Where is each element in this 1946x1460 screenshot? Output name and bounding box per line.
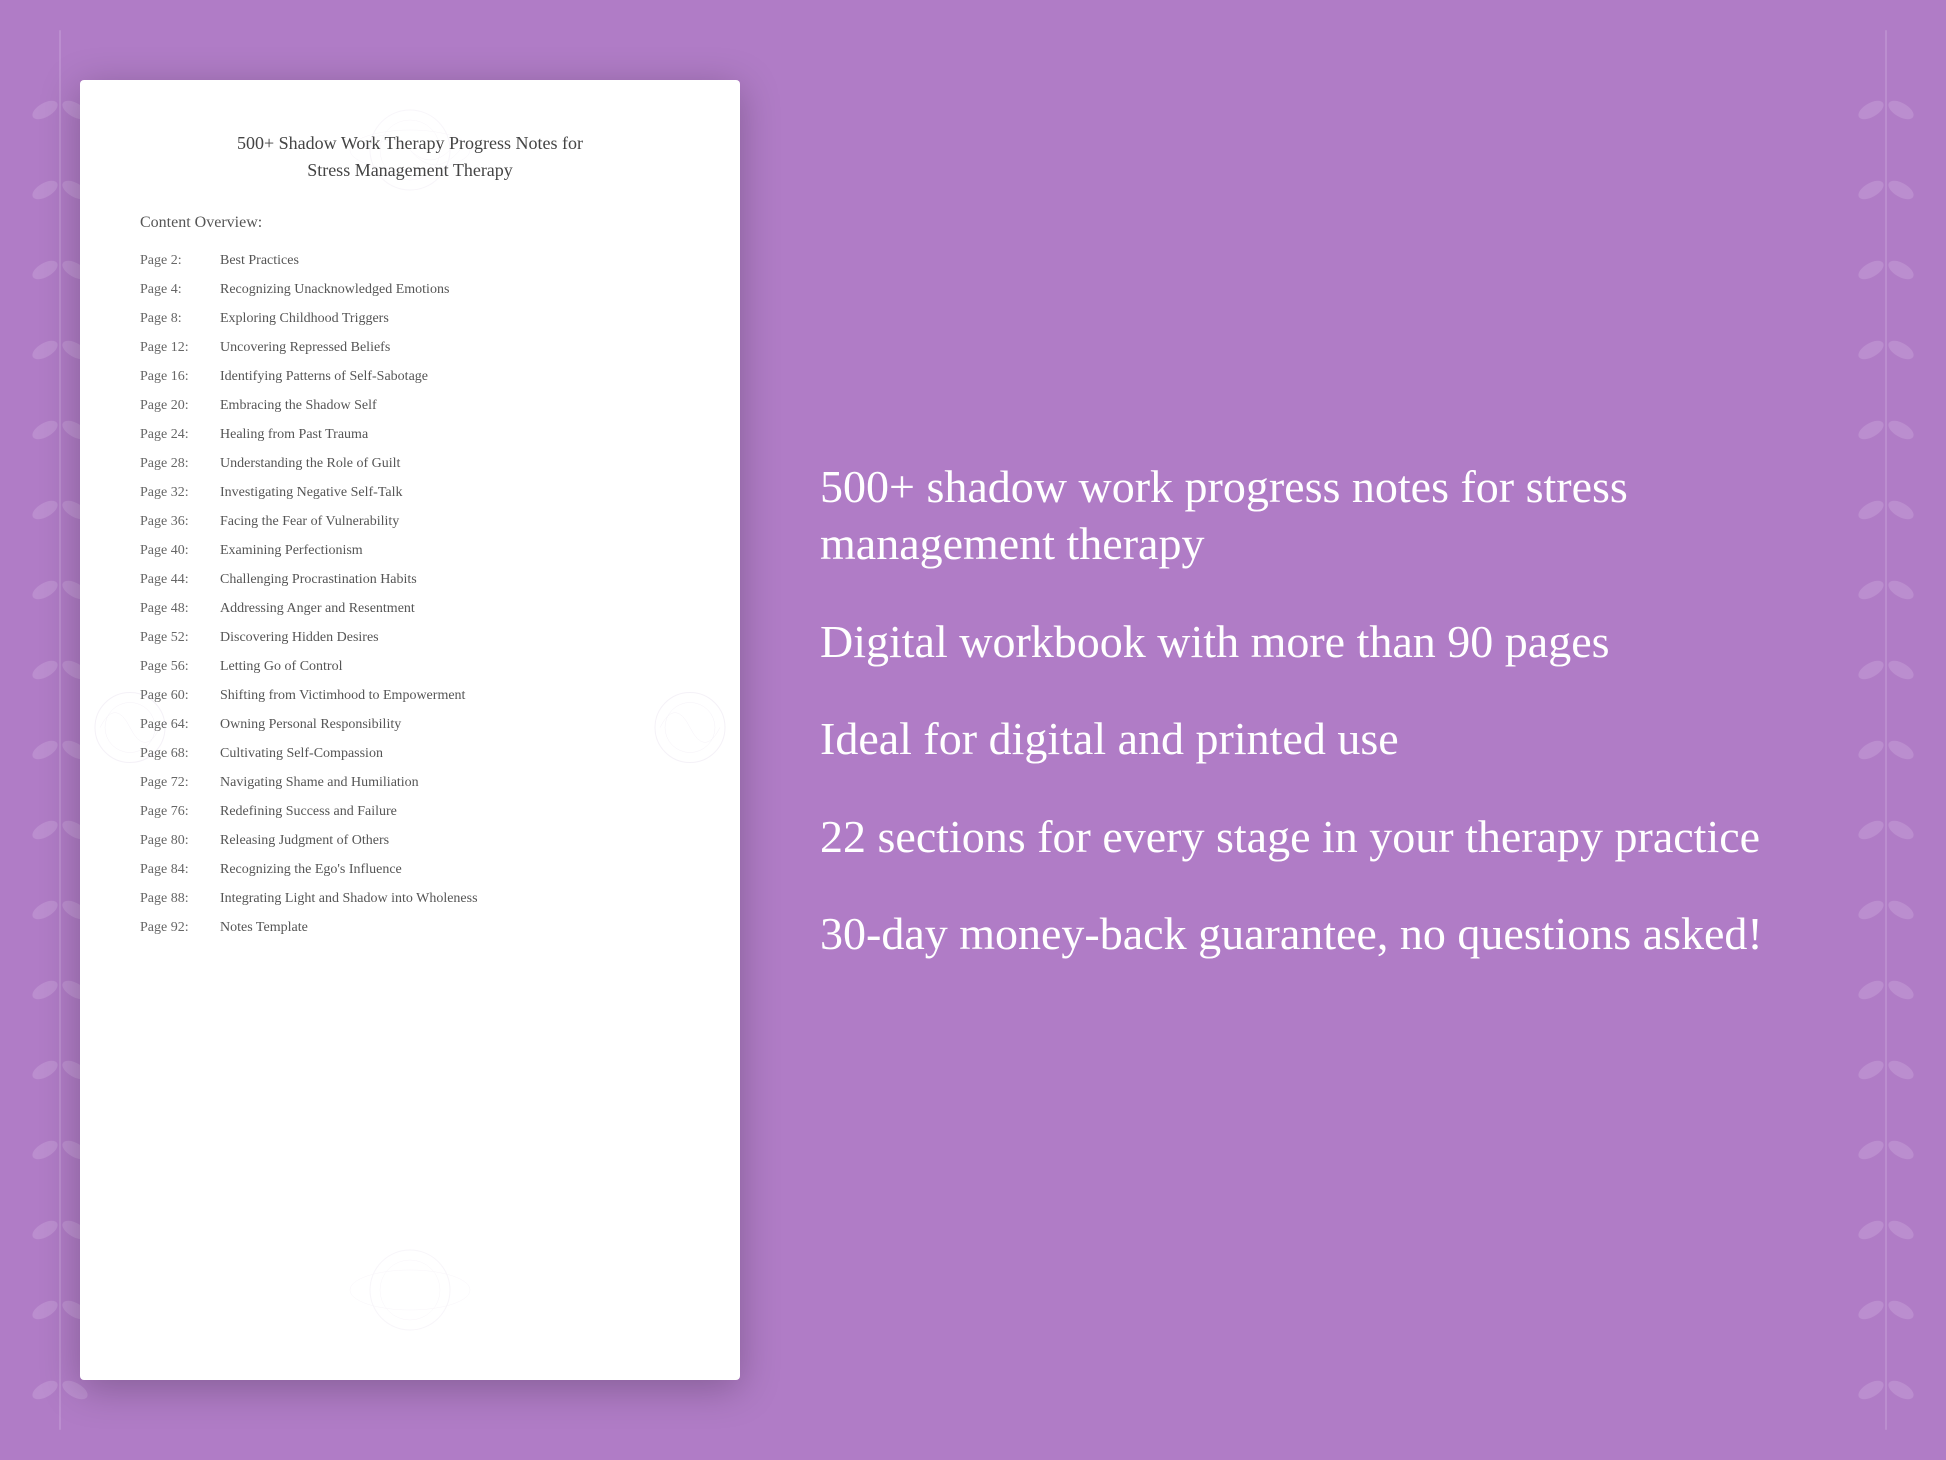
toc-item: Page 28:Understanding the Role of Guilt bbox=[140, 449, 680, 478]
document-card: 500+ Shadow Work Therapy Progress Notes … bbox=[80, 80, 740, 1380]
toc-page-number: Page 16: bbox=[140, 366, 220, 387]
toc-page-number: Page 48: bbox=[140, 598, 220, 619]
feature-block-3: Ideal for digital and printed use bbox=[820, 710, 1866, 768]
toc-page-number: Page 84: bbox=[140, 859, 220, 880]
toc-item: Page 52:Discovering Hidden Desires bbox=[140, 623, 680, 652]
feature-text: Ideal for digital and printed use bbox=[820, 710, 1866, 768]
toc-page-title: Healing from Past Trauma bbox=[220, 424, 368, 445]
toc-item: Page 64:Owning Personal Responsibility bbox=[140, 710, 680, 739]
toc-page-number: Page 20: bbox=[140, 395, 220, 416]
toc-page-number: Page 32: bbox=[140, 482, 220, 503]
toc-page-number: Page 68: bbox=[140, 743, 220, 764]
toc-page-title: Exploring Childhood Triggers bbox=[220, 308, 389, 329]
toc-page-number: Page 12: bbox=[140, 337, 220, 358]
toc-list: Page 2:Best PracticesPage 4:Recognizing … bbox=[140, 246, 680, 942]
toc-item: Page 76:Redefining Success and Failure bbox=[140, 797, 680, 826]
toc-page-title: Discovering Hidden Desires bbox=[220, 627, 379, 648]
toc-page-number: Page 40: bbox=[140, 540, 220, 561]
toc-item: Page 16:Identifying Patterns of Self-Sab… bbox=[140, 362, 680, 391]
toc-item: Page 2:Best Practices bbox=[140, 246, 680, 275]
toc-page-number: Page 92: bbox=[140, 917, 220, 938]
toc-item: Page 44:Challenging Procrastination Habi… bbox=[140, 565, 680, 594]
watermark-bottom bbox=[210, 1240, 610, 1360]
toc-page-title: Recognizing the Ego's Influence bbox=[220, 859, 402, 880]
toc-page-number: Page 8: bbox=[140, 308, 220, 329]
toc-item: Page 60:Shifting from Victimhood to Empo… bbox=[140, 681, 680, 710]
toc-item: Page 40:Examining Perfectionism bbox=[140, 536, 680, 565]
toc-page-title: Releasing Judgment of Others bbox=[220, 830, 389, 851]
toc-page-title: Letting Go of Control bbox=[220, 656, 343, 677]
toc-item: Page 56:Letting Go of Control bbox=[140, 652, 680, 681]
feature-text: Digital workbook with more than 90 pages bbox=[820, 613, 1866, 671]
toc-page-title: Understanding the Role of Guilt bbox=[220, 453, 400, 474]
toc-page-number: Page 88: bbox=[140, 888, 220, 909]
toc-page-number: Page 80: bbox=[140, 830, 220, 851]
toc-page-title: Redefining Success and Failure bbox=[220, 801, 397, 822]
toc-item: Page 88:Integrating Light and Shadow int… bbox=[140, 884, 680, 913]
toc-page-number: Page 44: bbox=[140, 569, 220, 590]
toc-page-title: Recognizing Unacknowledged Emotions bbox=[220, 279, 449, 300]
toc-page-title: Uncovering Repressed Beliefs bbox=[220, 337, 390, 358]
toc-page-number: Page 36: bbox=[140, 511, 220, 532]
feature-text: 500+ shadow work progress notes for stre… bbox=[820, 458, 1866, 573]
feature-block-4: 22 sections for every stage in your ther… bbox=[820, 808, 1866, 866]
toc-item: Page 84:Recognizing the Ego's Influence bbox=[140, 855, 680, 884]
toc-page-title: Notes Template bbox=[220, 917, 308, 938]
toc-item: Page 20:Embracing the Shadow Self bbox=[140, 391, 680, 420]
feature-text: 22 sections for every stage in your ther… bbox=[820, 808, 1866, 866]
toc-page-number: Page 64: bbox=[140, 714, 220, 735]
toc-page-title: Embracing the Shadow Self bbox=[220, 395, 377, 416]
toc-item: Page 80:Releasing Judgment of Others bbox=[140, 826, 680, 855]
toc-item: Page 24:Healing from Past Trauma bbox=[140, 420, 680, 449]
toc-item: Page 4:Recognizing Unacknowledged Emotio… bbox=[140, 275, 680, 304]
feature-block-5: 30-day money-back guarantee, no question… bbox=[820, 905, 1866, 963]
toc-item: Page 12:Uncovering Repressed Beliefs bbox=[140, 333, 680, 362]
toc-page-title: Addressing Anger and Resentment bbox=[220, 598, 415, 619]
toc-page-title: Identifying Patterns of Self-Sabotage bbox=[220, 366, 428, 387]
toc-item: Page 48:Addressing Anger and Resentment bbox=[140, 594, 680, 623]
toc-item: Page 36:Facing the Fear of Vulnerability bbox=[140, 507, 680, 536]
document-title: 500+ Shadow Work Therapy Progress Notes … bbox=[140, 130, 680, 184]
section-label: Content Overview: bbox=[140, 214, 680, 232]
toc-page-number: Page 72: bbox=[140, 772, 220, 793]
feature-block-2: Digital workbook with more than 90 pages bbox=[820, 613, 1866, 671]
toc-item: Page 32:Investigating Negative Self-Talk bbox=[140, 478, 680, 507]
right-floral-border bbox=[1826, 0, 1946, 1460]
toc-page-title: Examining Perfectionism bbox=[220, 540, 363, 561]
toc-item: Page 68:Cultivating Self-Compassion bbox=[140, 739, 680, 768]
toc-page-number: Page 52: bbox=[140, 627, 220, 648]
right-content: 500+ shadow work progress notes for stre… bbox=[740, 458, 1866, 1003]
toc-page-title: Cultivating Self-Compassion bbox=[220, 743, 383, 764]
toc-page-title: Integrating Light and Shadow into Wholen… bbox=[220, 888, 478, 909]
toc-page-title: Challenging Procrastination Habits bbox=[220, 569, 417, 590]
toc-page-title: Owning Personal Responsibility bbox=[220, 714, 401, 735]
toc-page-title: Shifting from Victimhood to Empowerment bbox=[220, 685, 465, 706]
toc-page-title: Facing the Fear of Vulnerability bbox=[220, 511, 399, 532]
toc-page-title: Investigating Negative Self-Talk bbox=[220, 482, 403, 503]
toc-page-title: Navigating Shame and Humiliation bbox=[220, 772, 419, 793]
feature-block-1: 500+ shadow work progress notes for stre… bbox=[820, 458, 1866, 573]
toc-page-number: Page 24: bbox=[140, 424, 220, 445]
toc-page-number: Page 4: bbox=[140, 279, 220, 300]
toc-item: Page 92:Notes Template bbox=[140, 913, 680, 942]
feature-text: 30-day money-back guarantee, no question… bbox=[820, 905, 1866, 963]
toc-item: Page 72:Navigating Shame and Humiliation bbox=[140, 768, 680, 797]
toc-page-number: Page 2: bbox=[140, 250, 220, 271]
toc-page-number: Page 60: bbox=[140, 685, 220, 706]
toc-item: Page 8:Exploring Childhood Triggers bbox=[140, 304, 680, 333]
toc-page-title: Best Practices bbox=[220, 250, 299, 271]
toc-page-number: Page 56: bbox=[140, 656, 220, 677]
toc-page-number: Page 28: bbox=[140, 453, 220, 474]
toc-page-number: Page 76: bbox=[140, 801, 220, 822]
